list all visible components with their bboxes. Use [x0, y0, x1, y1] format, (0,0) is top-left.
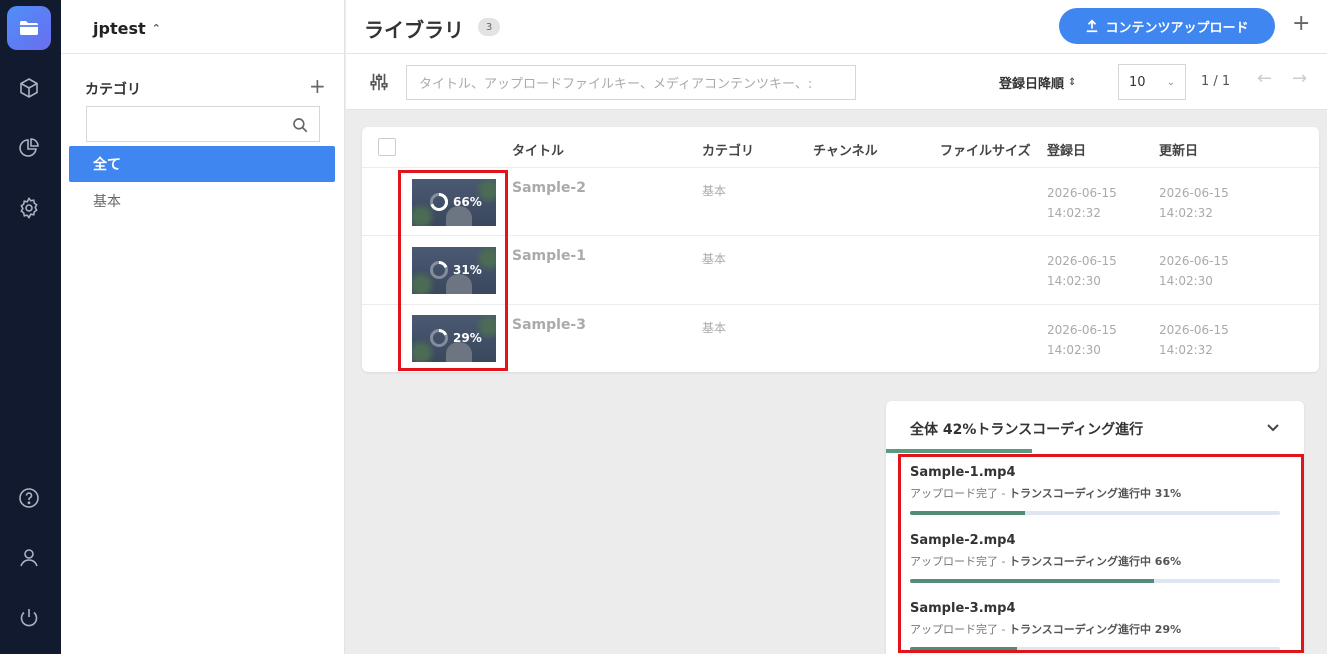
- user-icon[interactable]: [7, 536, 51, 580]
- transcoding-title: 全体 42%トランスコーディング進行: [910, 422, 1144, 438]
- transcoding-item: Sample-3.mp4 アップロード完了 - トランスコーディング進行中 29…: [910, 601, 1280, 654]
- select-all-checkbox[interactable]: [378, 138, 396, 156]
- file-progress-bar: [910, 647, 1280, 651]
- file-status: アップロード完了 - トランスコーディング進行中 66%: [910, 555, 1182, 568]
- row-created: 2026-06-15 14:02:32: [1047, 186, 1117, 220]
- thumbnail-progress: 66%: [453, 195, 482, 209]
- page-title: ライブラリ: [364, 18, 464, 42]
- gear-icon[interactable]: [7, 186, 51, 230]
- library-table: タイトル カテゴリ チャンネル ファイルサイズ 登録日 更新日 66% Samp…: [362, 127, 1319, 372]
- add-category-icon[interactable]: +: [309, 76, 326, 96]
- page-info: 1 / 1: [1201, 74, 1231, 89]
- power-icon[interactable]: [7, 596, 51, 640]
- column-header-created[interactable]: 登録日: [1047, 140, 1086, 159]
- pie-chart-icon[interactable]: [7, 126, 51, 170]
- progress-spinner-icon: [430, 329, 448, 347]
- file-status: アップロード完了 - トランスコーディング進行中 29%: [910, 623, 1182, 636]
- progress-spinner-icon: [430, 192, 448, 211]
- row-title[interactable]: Sample-1: [512, 248, 586, 264]
- category-item-all[interactable]: 全て: [69, 146, 335, 182]
- cube-icon[interactable]: [7, 66, 51, 110]
- search-icon: [293, 118, 308, 133]
- row-title[interactable]: Sample-2: [512, 180, 586, 196]
- transcoding-panel: 全体 42%トランスコーディング進行 Sample-1.mp4 アップロード完了…: [886, 401, 1304, 654]
- thumbnail-progress: 29%: [453, 331, 482, 345]
- transcoding-item: Sample-1.mp4 アップロード完了 - トランスコーディング進行中 31…: [910, 465, 1280, 525]
- page-header: ライブラリ 3 コンテンツアップロード +: [346, 0, 1327, 54]
- prev-page-icon[interactable]: ←: [1257, 70, 1272, 88]
- file-status: アップロード完了 - トランスコーディング進行中 31%: [910, 487, 1182, 500]
- column-header-channel[interactable]: チャンネル: [813, 140, 878, 159]
- count-badge: 3: [478, 18, 500, 36]
- video-thumbnail[interactable]: 31%: [412, 247, 496, 294]
- upload-content-button[interactable]: コンテンツアップロード: [1059, 8, 1275, 44]
- row-created: 2026-06-15 14:02:30: [1047, 323, 1117, 357]
- workspace-selector[interactable]: jptest ⌃: [93, 16, 161, 40]
- workspace-name: jptest: [93, 18, 146, 38]
- chevron-updown-icon: ⌃: [151, 21, 161, 35]
- sort-label: 登録日降順: [999, 77, 1065, 92]
- file-progress-bar: [910, 579, 1280, 583]
- overall-progress-bar: [886, 449, 1033, 453]
- file-name: Sample-2.mp4: [910, 533, 1016, 548]
- row-updated: 2026-06-15 14:02:30: [1159, 254, 1229, 288]
- category-panel: jptest ⌃ カテゴリ + 全て 基本: [61, 0, 345, 654]
- column-header-category[interactable]: カテゴリ: [702, 140, 754, 159]
- row-updated: 2026-06-15 14:02:32: [1159, 186, 1229, 220]
- column-header-file-size[interactable]: ファイルサイズ: [940, 140, 1031, 159]
- file-name: Sample-3.mp4: [910, 601, 1016, 616]
- chevron-down-icon[interactable]: [1266, 420, 1280, 434]
- table-row[interactable]: 29% Sample-3 基本 2026-06-15 14:02:30 2026-…: [362, 304, 1319, 372]
- row-category: 基本: [702, 252, 727, 266]
- transcoding-header[interactable]: 全体 42%トランスコーディング進行: [886, 401, 1304, 453]
- category-item-basic[interactable]: 基本: [69, 183, 335, 219]
- plus-icon[interactable]: +: [1292, 13, 1310, 35]
- video-thumbnail[interactable]: 29%: [412, 315, 496, 362]
- category-heading: カテゴリ: [85, 82, 141, 98]
- table-row[interactable]: 66% Sample-2 基本 2026-06-15 14:02:32 2026-…: [362, 167, 1319, 235]
- transcoding-item: Sample-2.mp4 アップロード完了 - トランスコーディング進行中 66…: [910, 533, 1280, 593]
- video-thumbnail[interactable]: 66%: [412, 179, 496, 226]
- category-search-input[interactable]: [86, 106, 320, 142]
- progress-spinner-icon: [430, 261, 448, 279]
- row-updated: 2026-06-15 14:02:32: [1159, 323, 1229, 357]
- page-size-value: 10: [1129, 74, 1146, 90]
- page-size-select[interactable]: 10 ⌄: [1118, 64, 1186, 100]
- file-name: Sample-1.mp4: [910, 465, 1016, 480]
- library-search-input[interactable]: タイトル、アップロードファイルキー、メディアコンテンツキー、:: [406, 65, 856, 100]
- toolbar: タイトル、アップロードファイルキー、メディアコンテンツキー、: 登録日降順 ⇕ …: [346, 54, 1327, 110]
- sort-chevron-icon: ⇕: [1068, 77, 1077, 88]
- row-title[interactable]: Sample-3: [512, 317, 586, 333]
- icon-rail: [0, 0, 61, 654]
- row-category: 基本: [702, 321, 727, 335]
- filter-icon[interactable]: [368, 71, 390, 93]
- upload-label: コンテンツアップロード: [1105, 20, 1249, 36]
- chevron-down-icon: ⌄: [1166, 76, 1175, 88]
- thumbnail-progress: 31%: [453, 263, 482, 277]
- next-page-icon[interactable]: →: [1292, 70, 1307, 88]
- row-created: 2026-06-15 14:02:30: [1047, 254, 1117, 288]
- folder-icon[interactable]: [7, 6, 51, 50]
- column-header-title[interactable]: タイトル: [512, 140, 564, 159]
- divider: [61, 53, 344, 54]
- table-row[interactable]: 31% Sample-1 基本 2026-06-15 14:02:30 2026-…: [362, 235, 1319, 303]
- upload-icon: [1087, 19, 1098, 33]
- sort-dropdown[interactable]: 登録日降順 ⇕: [999, 73, 1076, 92]
- row-category: 基本: [702, 184, 727, 198]
- search-placeholder: タイトル、アップロードファイルキー、メディアコンテンツキー、:: [419, 77, 813, 92]
- file-progress-bar: [910, 511, 1280, 515]
- column-header-updated[interactable]: 更新日: [1159, 140, 1198, 159]
- help-icon[interactable]: [7, 476, 51, 520]
